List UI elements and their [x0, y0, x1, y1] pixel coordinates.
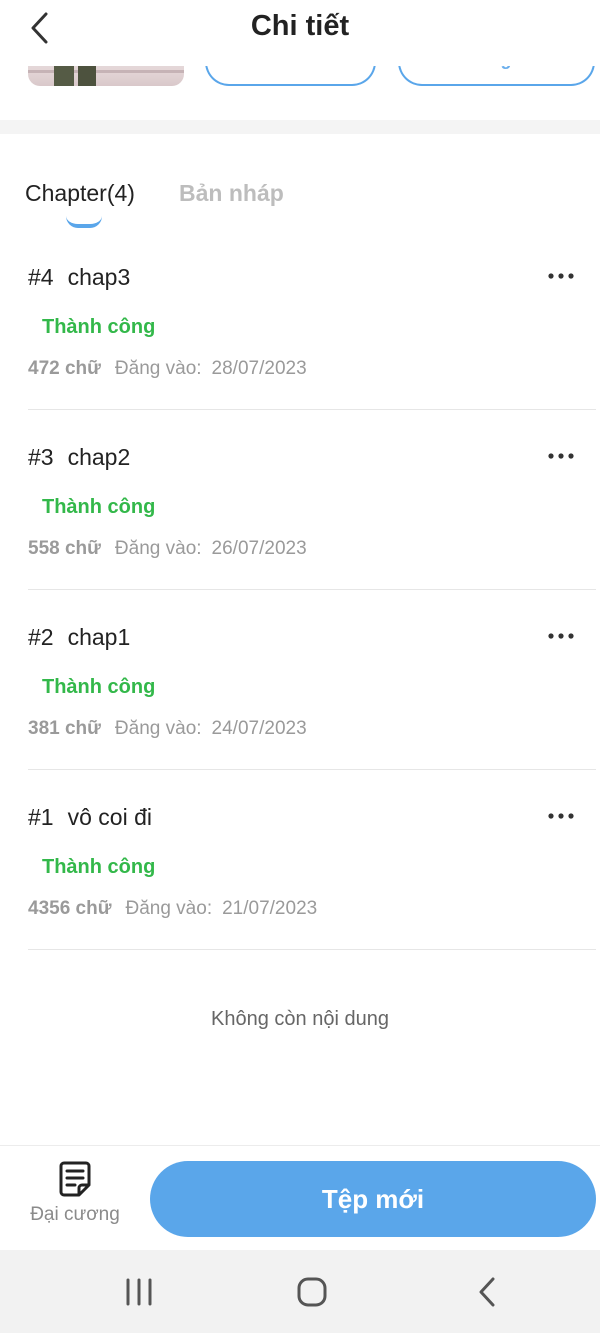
chapter-date: 21/07/2023: [222, 898, 318, 919]
chapter-date: 24/07/2023: [211, 718, 307, 739]
chapter-title: #4 chap3: [28, 264, 130, 291]
chapter-number: #2: [28, 624, 54, 650]
home-icon: [297, 1277, 327, 1307]
active-tab-indicator: [66, 216, 102, 228]
chapter-title: #3 chap2: [28, 444, 130, 471]
chapter-status: Thành công: [42, 496, 156, 518]
more-horizontal-icon: [548, 273, 574, 279]
app-screen: Sửa Thống kê Chi tiết Chapter(4) Bản nhá…: [0, 0, 600, 1333]
more-horizontal-icon: [548, 453, 574, 459]
more-horizontal-icon: [548, 813, 574, 819]
chapter-more-button[interactable]: [546, 444, 576, 468]
chapter-word-count: 558 chữ: [28, 538, 101, 559]
home-button[interactable]: [287, 1274, 337, 1310]
outline-label: Đại cương: [30, 1204, 120, 1225]
chapter-number: #1: [28, 804, 54, 830]
chapter-name: chap3: [67, 264, 131, 290]
new-file-button[interactable]: Tệp mới: [150, 1161, 596, 1237]
header-bar: Chi tiết: [0, 0, 600, 66]
chapter-date-label: Đăng vào:: [114, 538, 202, 559]
chapter-status: Thành công: [42, 316, 156, 338]
outline-button[interactable]: Đại cương: [18, 1160, 132, 1240]
tab-bar: Chapter(4) Bản nháp: [0, 180, 600, 230]
chapter-number: #4: [28, 264, 54, 290]
chapter-word-count: 472 chữ: [28, 358, 101, 379]
chapter-date: 28/07/2023: [211, 358, 307, 379]
chapter-more-button[interactable]: [546, 804, 576, 828]
bottom-action-bar: Đại cương Tệp mới: [0, 1145, 600, 1250]
chapter-more-button[interactable]: [546, 264, 576, 288]
chapter-word-count: 381 chữ: [28, 718, 101, 739]
system-back-icon: [479, 1277, 495, 1307]
chapter-status: Thành công: [42, 676, 156, 698]
recent-apps-icon: [126, 1278, 152, 1306]
chapter-name: chap1: [67, 624, 131, 650]
chapter-item[interactable]: #2 chap1 Thành công 381 chữ Đăng vào: 24/07…: [0, 590, 600, 770]
chapter-title: #1 vô coi đi: [28, 804, 152, 831]
chapter-word-count: 4356 chữ: [28, 898, 112, 919]
row-divider: [28, 949, 596, 950]
chapter-date-label: Đăng vào:: [114, 358, 202, 379]
chapter-item[interactable]: #3 chap2 Thành công 558 chữ Đăng vào: 26/07…: [0, 410, 600, 590]
chapter-item[interactable]: #1 vô coi đi Thành công 4356 chữ Đăng vào:…: [0, 770, 600, 950]
system-navigation-bar: [0, 1250, 600, 1333]
chapter-date-label: Đăng vào:: [125, 898, 213, 919]
chapter-date-label: Đăng vào:: [114, 718, 202, 739]
more-horizontal-icon: [548, 633, 574, 639]
chapter-name: vô coi đi: [67, 804, 152, 830]
chapter-number: #3: [28, 444, 54, 470]
recent-apps-button[interactable]: [114, 1274, 164, 1310]
chapter-meta: 472 chữ Đăng vào: 28/07/2023: [28, 358, 307, 380]
chapter-more-button[interactable]: [546, 624, 576, 648]
chapter-name: chap2: [67, 444, 131, 470]
chapter-meta: 381 chữ Đăng vào: 24/07/2023: [28, 718, 307, 740]
end-of-list-message: Không còn nội dung: [211, 1008, 389, 1030]
chapter-status: Thành công: [42, 856, 156, 878]
chapter-meta: 4356 chữ Đăng vào: 21/07/2023: [28, 898, 317, 920]
system-back-button[interactable]: [462, 1274, 512, 1310]
document-icon: [59, 1161, 91, 1197]
page-title: Chi tiết: [250, 10, 350, 42]
chapter-meta: 558 chữ Đăng vào: 26/07/2023: [28, 538, 307, 560]
tab-drafts[interactable]: Bản nháp: [179, 180, 284, 207]
chapter-date: 26/07/2023: [211, 538, 307, 559]
chapter-list: #4 chap3 Thành công 472 chữ Đăng vào: 28/07…: [0, 230, 600, 950]
chapter-item[interactable]: #4 chap3 Thành công 472 chữ Đăng vào: 28/07…: [0, 230, 600, 410]
section-divider: [0, 120, 600, 134]
chapter-title: #2 chap1: [28, 624, 130, 651]
tab-chapter[interactable]: Chapter(4): [25, 180, 135, 207]
